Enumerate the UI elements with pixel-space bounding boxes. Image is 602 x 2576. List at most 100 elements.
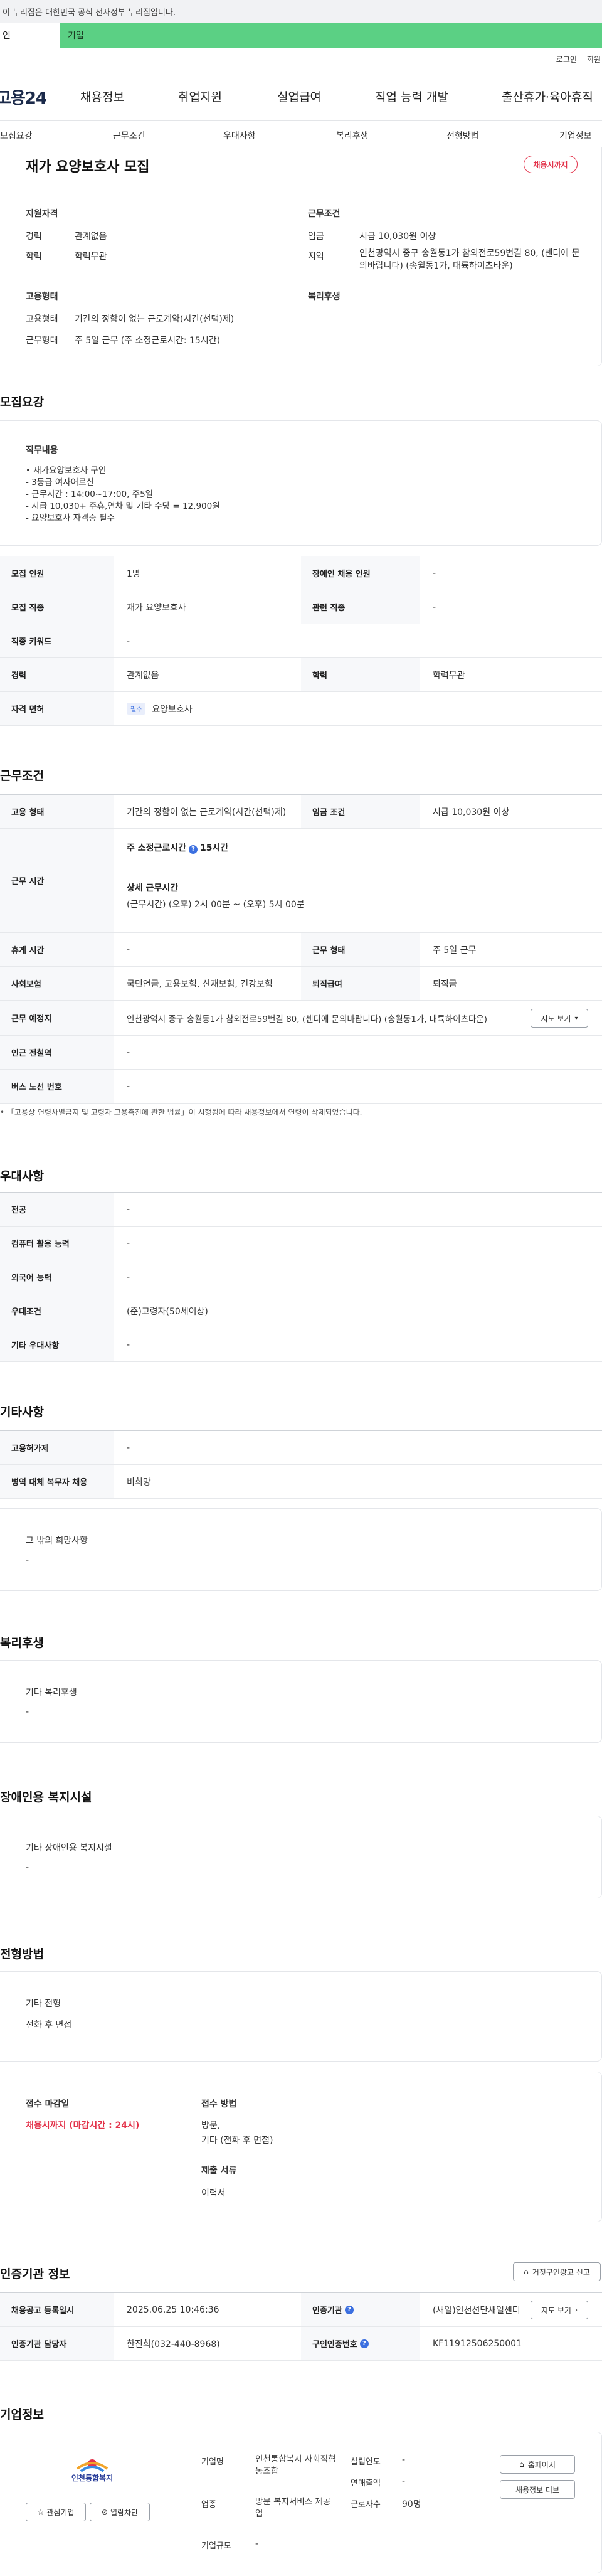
fav-button[interactable]: ☆ 관심기업 bbox=[26, 2503, 86, 2521]
company-card: 인천통합복지 ☆ 관심기업 ⊘ 열람차단 기업명 인천통합복지 사회적협동조합 업종… bbox=[0, 2432, 602, 2573]
rest-label: 휴게 시간 bbox=[0, 933, 114, 966]
join-link[interactable]: 회원 bbox=[587, 54, 601, 65]
table-row: 근무 예정지 인천광역시 중구 송월동1가 참외전로59번길 80, (센터에 … bbox=[0, 1001, 602, 1036]
misc-table: 고용허가제 - 병역 대체 복무자 채용 비희망 bbox=[0, 1430, 602, 1499]
major-label: 전공 bbox=[0, 1193, 114, 1226]
size-label: 기업규모 bbox=[201, 2541, 231, 2551]
disability-card: 기타 장애인용 복지시설 - bbox=[0, 1816, 602, 1898]
map-button-label: 지도 보기 bbox=[541, 1014, 571, 1023]
recruit-table: 모집 인원 1명 장애인 채용 인원 - 모집 직종 재가 요양보호사 관련 직… bbox=[0, 556, 602, 726]
block-button[interactable]: ⊘ 열람차단 bbox=[90, 2503, 150, 2521]
section-title-disability: 장애인용 복지시설 bbox=[0, 1791, 92, 1804]
table-row: 고용허가제 - bbox=[0, 1431, 602, 1465]
wage-cond-label: 임금 조건 bbox=[301, 795, 420, 828]
hours-weekly-label: 주 소정근로시간 bbox=[127, 843, 187, 853]
manager-value: 한진희(032-440-8968) bbox=[127, 2339, 220, 2350]
area-label: 지역 bbox=[308, 252, 324, 262]
table-row: 휴게 시간 - 근무 형태 주 5일 근무 bbox=[0, 933, 602, 967]
bus-value: - bbox=[127, 1081, 130, 1092]
table-row: 병역 대체 복무자 채용 비희망 bbox=[0, 1465, 602, 1499]
gnb-item-training[interactable]: 직업 능력 개발 bbox=[375, 88, 448, 105]
bus-label: 버스 노선 번호 bbox=[0, 1070, 114, 1103]
section-title-screening: 전형방법 bbox=[0, 1947, 44, 1961]
table-row: 모집 직종 재가 요양보호사 관련 직종 - bbox=[0, 590, 602, 624]
table-row: 버스 노선 번호 - bbox=[0, 1070, 602, 1104]
fav-button-label: 관심기업 bbox=[46, 2508, 75, 2517]
more-jobs-button[interactable]: 채용정보 더보 bbox=[500, 2480, 575, 2499]
severance-value: 퇴직금 bbox=[433, 979, 457, 989]
welfare-etc-head: 기타 복리후생 bbox=[26, 1688, 77, 1698]
wage-value: 시급 10,030원 이상 bbox=[359, 232, 436, 242]
homepage-button[interactable]: ⌂ 홈페이지 bbox=[500, 2455, 575, 2474]
cert-no-label: 구인인증번호? bbox=[301, 2327, 420, 2360]
deadline-head: 접수 마감일 bbox=[26, 2099, 70, 2109]
report-button[interactable]: ⌂ 거짓구인광고 신고 bbox=[513, 2262, 601, 2281]
cond-head: 근무조건 bbox=[308, 209, 341, 219]
manager-label: 인증기관 담당자 bbox=[0, 2327, 114, 2360]
form-label: 근무 형태 bbox=[301, 933, 420, 966]
table-row: 직종 키워드 - bbox=[0, 624, 602, 658]
tab-individual[interactable]: 인 bbox=[0, 23, 60, 48]
hours-weekly-value: 15시간 bbox=[200, 843, 229, 853]
method-head: 접수 방법 bbox=[201, 2099, 237, 2109]
table-row: 고용 형태 기간의 정함이 없는 근로계약(시간(선택)제) 임금 조건 시급 … bbox=[0, 795, 602, 829]
computer-label: 컴퓨터 활용 능력 bbox=[0, 1227, 114, 1260]
screen-other-head: 기타 전형 bbox=[26, 1999, 61, 2009]
computer-value: - bbox=[127, 1238, 130, 1248]
subnav-recruit[interactable]: 모집요강 bbox=[0, 129, 33, 142]
welfare-card: 기타 복리후생 - bbox=[0, 1660, 602, 1743]
table-row: 사회보험 국민연금, 고용보험, 산재보험, 건강보험 퇴직급여 퇴직금 bbox=[0, 967, 602, 1001]
status-badge: 채용시까지 bbox=[524, 156, 578, 173]
agency-value: (새일)인천선단새일센터 bbox=[433, 2305, 520, 2316]
duty-card: 직무내용 • 재가요양보호사 구인 - 3등급 여자어르신 - 근무시간 : 1… bbox=[0, 420, 602, 546]
disability-value: - bbox=[26, 1863, 29, 1873]
subnav-welfare[interactable]: 복리후생 bbox=[336, 129, 369, 142]
emp-head: 고용형태 bbox=[26, 292, 58, 302]
house-icon: ⌂ bbox=[524, 2267, 529, 2276]
login-link[interactable]: 로그인 bbox=[556, 54, 577, 65]
gnb-item-jobs[interactable]: 채용정보 bbox=[80, 88, 124, 105]
hours-weekly: 주 소정근로시간? 15시간 bbox=[127, 841, 228, 854]
founded-label: 설립연도 bbox=[351, 2457, 381, 2467]
home-icon: ⌂ bbox=[519, 2460, 524, 2469]
duty-line: - 근무시간 : 14:00~17:00, 주5일 bbox=[26, 489, 154, 499]
info-icon[interactable]: ? bbox=[344, 2305, 354, 2314]
job-label: 모집 직종 bbox=[0, 590, 114, 624]
tab-business[interactable]: 기업 bbox=[60, 23, 602, 48]
subnav-company[interactable]: 기업정보 bbox=[559, 129, 592, 142]
table-row: 근무 시간 주 소정근로시간? 15시간 상세 근무시간 (근무시간) (오후) … bbox=[0, 829, 602, 933]
table-row: 우대조건 (준)고령자(50세이상) bbox=[0, 1294, 602, 1328]
work-value: 주 5일 근무 (주 소정근로시간: 15시간) bbox=[75, 336, 221, 346]
subnav-pref[interactable]: 우대사항 bbox=[223, 129, 256, 142]
map-button[interactable]: 지도 보기 ▾ bbox=[531, 1009, 588, 1028]
subnav-screening[interactable]: 전형방법 bbox=[446, 129, 479, 142]
chevron-down-icon: ▾ bbox=[574, 1014, 578, 1022]
subnav-work[interactable]: 근무조건 bbox=[113, 129, 145, 142]
site-logo[interactable]: 고용24 bbox=[0, 85, 47, 109]
page-title: 재가 요양보호사 모집 bbox=[26, 159, 150, 175]
headcount-label: 모집 인원 bbox=[0, 556, 114, 590]
duty-line: - 요양보호사 자격증 필수 bbox=[26, 513, 115, 523]
top-tabs: 인 기업 bbox=[0, 23, 602, 48]
info-icon[interactable]: ? bbox=[189, 844, 198, 854]
reg-value: 2025.06.25 10:46:36 bbox=[127, 2304, 219, 2315]
major-value: - bbox=[127, 1204, 130, 1215]
agency-map-button[interactable]: 지도 보기 › bbox=[531, 2301, 588, 2319]
gov-banner-text: 이 누리집은 대한민국 공식 전자정부 누리집입니다. bbox=[3, 8, 176, 18]
welfare-etc-value: - bbox=[26, 1707, 29, 1717]
gnb-divider bbox=[0, 120, 602, 121]
r-edu-value: 학력무관 bbox=[433, 670, 465, 681]
table-row: 전공 - bbox=[0, 1193, 602, 1227]
industry-value: 방문 복지서비스 제공업 bbox=[255, 2497, 331, 2519]
gnb-item-support[interactable]: 취업지원 bbox=[178, 88, 222, 105]
info-icon[interactable]: ? bbox=[359, 2339, 369, 2348]
gnb-item-leave[interactable]: 출산휴가·육아휴직 bbox=[502, 88, 593, 105]
table-row: 인증기관 담당자 한진희(032-440-8968) 구인인증번호? KF119… bbox=[0, 2327, 602, 2361]
pref-table: 전공 - 컴퓨터 활용 능력 - 외국어 능력 - 우대조건 (준)고령자(50… bbox=[0, 1192, 602, 1362]
table-row: 외국어 능력 - bbox=[0, 1260, 602, 1294]
form-value: 주 5일 근무 bbox=[433, 945, 477, 955]
wish-head: 그 밖의 희망사항 bbox=[26, 1536, 88, 1546]
military-value: 비희망 bbox=[127, 1477, 151, 1488]
section-title-work: 근무조건 bbox=[0, 769, 44, 783]
gnb-item-benefit[interactable]: 실업급여 bbox=[277, 88, 321, 105]
